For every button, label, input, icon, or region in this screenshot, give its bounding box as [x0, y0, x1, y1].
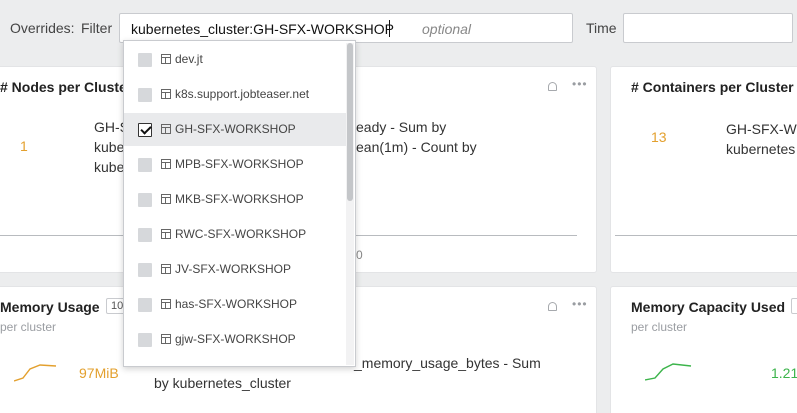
- scrollbar-thumb[interactable]: [347, 43, 353, 201]
- dropdown-option[interactable]: MKB-SFX-WORKSHOP: [124, 183, 346, 216]
- card-title: Memory Usage: [0, 299, 100, 315]
- checkbox[interactable]: [138, 333, 152, 347]
- option-label: JV-SFX-WORKSHOP: [175, 262, 292, 276]
- option-label: has-SFX-WORKSHOP: [175, 297, 298, 311]
- option-label: GH-SFX-WORKSHOP: [175, 122, 296, 136]
- time-input[interactable]: [623, 13, 793, 43]
- dropdown-option[interactable]: has-SFX-WORKSHOP: [124, 288, 346, 321]
- card-title: Memory Capacity Used: [631, 299, 786, 315]
- sparkline: [645, 363, 692, 381]
- table-icon: [161, 299, 171, 309]
- time-range-badge[interactable]: [791, 298, 797, 314]
- more-options-icon[interactable]: •••: [572, 297, 588, 311]
- chart-card-memory-capacity: Memory Capacity Used per cluster 1.21: [611, 287, 797, 413]
- card-title: # Nodes per Cluster: [0, 79, 133, 95]
- chart-axis: [615, 235, 797, 236]
- dropdown-scrollbar[interactable]: [346, 43, 354, 365]
- legend-text: kube: [94, 159, 125, 175]
- legend-text: by kubernetes_cluster: [154, 375, 291, 391]
- table-icon: [161, 334, 171, 344]
- option-label: MKB-SFX-WORKSHOP: [175, 192, 304, 206]
- single-value: 1.21: [771, 365, 797, 381]
- checkbox-checked[interactable]: [138, 123, 152, 137]
- chart-card-containers: # Containers per Cluster 13 GH-SFX-WO ku…: [611, 67, 797, 272]
- table-icon: [161, 89, 171, 99]
- card-subtitle: per cluster: [631, 320, 688, 334]
- text-caret: [389, 20, 390, 37]
- checkbox[interactable]: [138, 228, 152, 242]
- sparkline: [14, 364, 57, 382]
- dropdown-option[interactable]: gjw-SFX-WORKSHOP: [124, 323, 346, 356]
- card-title: # Containers per Cluster: [631, 79, 794, 95]
- bell-icon[interactable]: [548, 82, 557, 91]
- checkbox[interactable]: [138, 263, 152, 277]
- table-icon: [161, 194, 171, 204]
- option-label: MPB-SFX-WORKSHOP: [175, 157, 304, 171]
- legend-text: _memory_usage_bytes - Sum: [354, 355, 541, 371]
- single-value: 97MiB: [79, 365, 119, 381]
- checkbox[interactable]: [138, 158, 152, 172]
- time-label: Time: [586, 20, 617, 36]
- option-label: k8s.support.jobteaser.net: [175, 87, 310, 101]
- checkbox[interactable]: [138, 298, 152, 312]
- option-label: dev.jt: [175, 52, 203, 66]
- single-value: 13: [651, 129, 667, 145]
- legend-text: kubernetes: [726, 141, 796, 157]
- option-label: RWC-SFX-WORKSHOP: [175, 227, 307, 241]
- overrides-label: Overrides:: [10, 20, 75, 36]
- axis-tick-label: 0: [356, 248, 363, 262]
- filter-label: Filter: [81, 20, 113, 36]
- table-icon: [161, 124, 171, 134]
- table-icon: [161, 264, 171, 274]
- dropdown-option[interactable]: dev.jt: [124, 43, 346, 76]
- table-icon: [161, 159, 171, 169]
- filter-optional-hint: optional: [422, 21, 472, 37]
- dropdown-option[interactable]: RWC-SFX-WORKSHOP: [124, 218, 346, 251]
- filter-input[interactable]: kubernetes_cluster:GH-SFX-WORKSHOP optio…: [119, 13, 573, 43]
- dropdown-option[interactable]: MPB-SFX-WORKSHOP: [124, 148, 346, 181]
- checkbox[interactable]: [138, 88, 152, 102]
- table-icon: [161, 229, 171, 239]
- legend-text: ean(1m) - Count by: [356, 139, 477, 155]
- checkbox[interactable]: [138, 53, 152, 67]
- option-label: gjw-SFX-WORKSHOP: [175, 332, 296, 346]
- checkbox[interactable]: [138, 193, 152, 207]
- dropdown-option[interactable]: GH-SFX-WORKSHOP: [124, 113, 346, 146]
- legend-text: kube: [94, 139, 125, 155]
- dropdown-option[interactable]: k8s.support.jobteaser.net: [124, 78, 346, 111]
- more-options-icon[interactable]: •••: [572, 77, 588, 91]
- filter-input-value: kubernetes_cluster:GH-SFX-WORKSHOP: [131, 21, 394, 37]
- filter-suggestions-dropdown: dev.jt k8s.support.jobteaser.net GH-SFX-…: [123, 40, 356, 367]
- dropdown-option[interactable]: JV-SFX-WORKSHOP: [124, 253, 346, 286]
- overrides-bar: Overrides: Filter kubernetes_cluster:GH-…: [0, 0, 797, 56]
- single-value: 1: [20, 138, 28, 154]
- bell-icon[interactable]: [548, 302, 557, 311]
- legend-text: GH-SFX-WO: [726, 121, 797, 137]
- legend-text: eady - Sum by: [356, 119, 447, 135]
- card-subtitle: per cluster: [0, 320, 57, 334]
- table-icon: [161, 54, 171, 64]
